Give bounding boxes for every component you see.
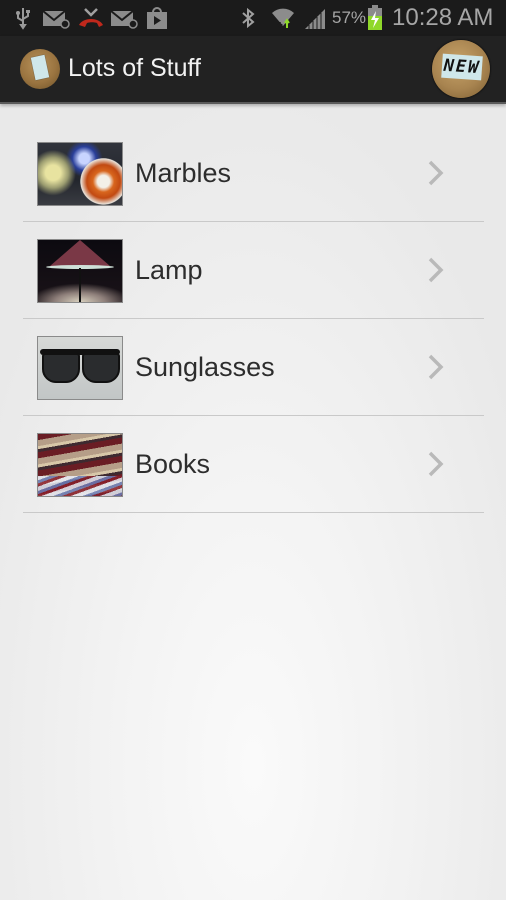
battery-charging-icon — [366, 5, 384, 30]
list-item-books[interactable]: Books — [23, 416, 484, 513]
clock: 10:28 AM — [392, 4, 494, 31]
item-list: Marbles Lamp Sunglasses Books — [23, 125, 484, 513]
status-bar: 57% 10:28 AM — [0, 0, 506, 36]
page-title: Lots of Stuff — [68, 54, 201, 82]
list-item-label: Lamp — [135, 255, 203, 285]
email-icon — [110, 6, 138, 30]
bluetooth-icon — [237, 6, 259, 30]
play-store-icon — [144, 6, 170, 30]
list-item-sunglasses[interactable]: Sunglasses — [23, 319, 484, 416]
usb-icon — [12, 6, 34, 30]
email-icon — [42, 6, 70, 30]
marbles-thumbnail — [37, 142, 123, 206]
missed-call-icon — [76, 6, 106, 30]
chevron-right-icon — [428, 257, 444, 283]
chevron-right-icon — [428, 354, 444, 380]
list-item-lamp[interactable]: Lamp — [23, 222, 484, 319]
signal-icon — [302, 6, 328, 30]
chevron-right-icon — [428, 160, 444, 186]
lamp-thumbnail — [37, 239, 123, 303]
new-button-label: NEW — [441, 53, 483, 81]
list-item-label: Marbles — [135, 158, 232, 188]
wifi-icon — [270, 6, 296, 30]
list-item-label: Sunglasses — [135, 352, 275, 382]
list-item-marbles[interactable]: Marbles — [23, 125, 484, 222]
action-bar: Lots of Stuff NEW — [0, 36, 506, 104]
chevron-right-icon — [428, 451, 444, 477]
sunglasses-thumbnail — [37, 336, 123, 400]
new-item-button[interactable]: NEW — [432, 40, 490, 98]
list-item-label: Books — [135, 449, 211, 479]
books-thumbnail — [37, 433, 123, 497]
battery-percent: 57% — [332, 8, 367, 27]
notepad-cork-icon[interactable] — [20, 49, 60, 89]
